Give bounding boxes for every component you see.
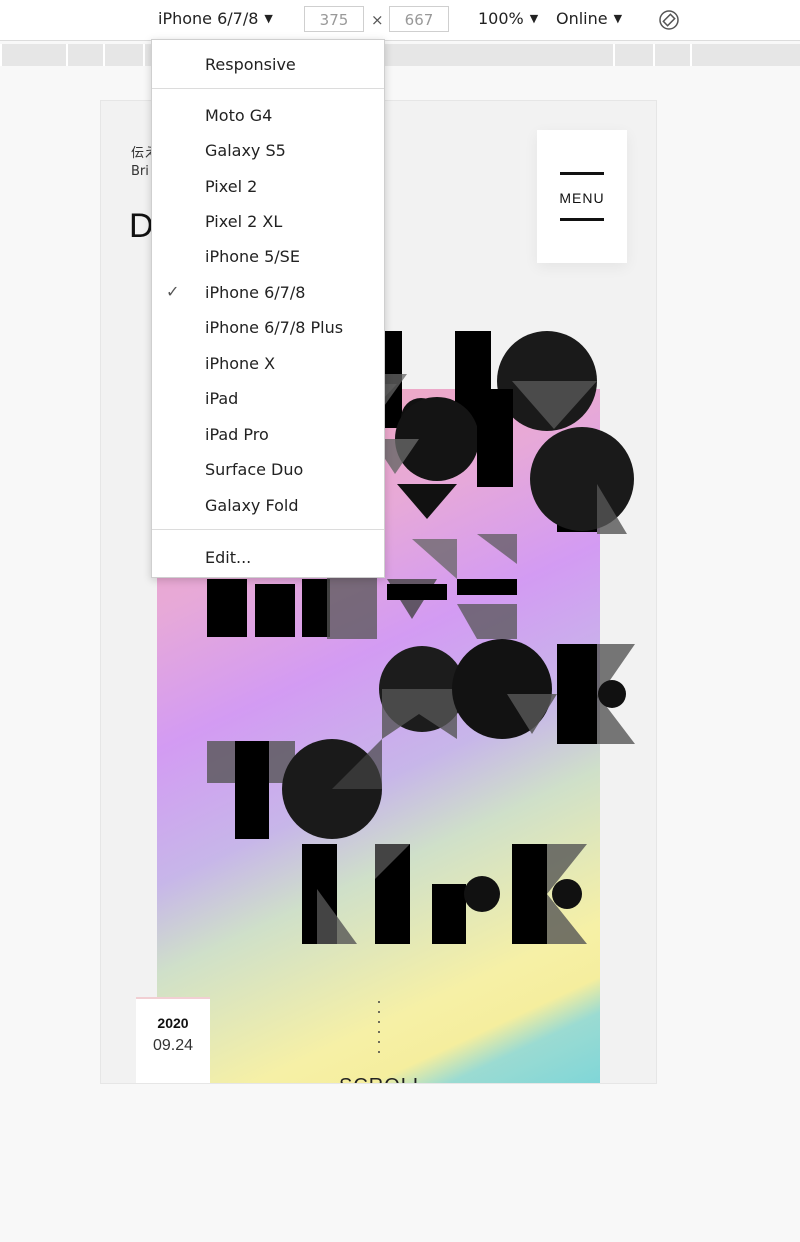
menu-divider <box>152 529 384 530</box>
height-input[interactable]: 667 <box>389 6 449 32</box>
device-toolbar: iPhone 6/7/8 ▼ 375 × 667 100% ▼ Online ▼ <box>0 0 800 41</box>
menu-label: MENU <box>559 190 605 206</box>
menu-divider <box>152 88 384 89</box>
site-heading: D <box>129 207 154 245</box>
menu-item-responsive[interactable]: Responsive <box>205 55 296 74</box>
width-input[interactable]: 375 <box>304 6 364 32</box>
menu-item-device[interactable]: Galaxy Fold <box>205 496 299 515</box>
zoom-select[interactable]: 100% ▼ <box>478 9 538 28</box>
menu-item-device[interactable]: Moto G4 <box>205 106 272 125</box>
menu-item-device[interactable]: Pixel 2 <box>205 177 257 196</box>
menu-item-device[interactable]: Surface Duo <box>205 460 303 479</box>
date-badge: 2020 09.24 <box>136 997 210 1083</box>
menu-item-edit[interactable]: Edit... <box>205 548 251 567</box>
device-select[interactable]: iPhone 6/7/8 ▼ <box>158 9 273 28</box>
network-throttle-select[interactable]: Online ▼ <box>556 9 622 28</box>
chevron-down-icon: ▼ <box>613 12 623 25</box>
menu-item-device[interactable]: iPad Pro <box>205 425 269 444</box>
menu-item-device[interactable]: Galaxy S5 <box>205 141 286 160</box>
chevron-down-icon: ▼ <box>529 12 539 25</box>
menu-item-device[interactable]: iPhone X <box>205 354 275 373</box>
zoom-label: 100% <box>478 9 524 28</box>
rotate-button[interactable] <box>658 9 680 35</box>
date-month-day: 09.24 <box>152 1037 194 1054</box>
rotate-icon <box>659 10 679 30</box>
site-tagline-en: Bri <box>131 164 149 179</box>
chevron-down-icon: ▼ <box>264 12 273 25</box>
checkmark-icon: ✓ <box>166 282 180 301</box>
dimension-separator: × <box>371 11 384 29</box>
menu-item-device[interactable]: iPad <box>205 389 238 408</box>
menu-item-device[interactable]: iPhone 5/SE <box>205 247 300 266</box>
media-query-bar[interactable] <box>0 44 800 66</box>
hamburger-line-icon <box>560 172 604 175</box>
device-select-label: iPhone 6/7/8 <box>158 9 259 28</box>
menu-item-device-selected[interactable]: iPhone 6/7/8 <box>205 283 305 302</box>
device-dropdown-menu: Responsive Moto G4 Galaxy S5 Pixel 2 Pix… <box>151 39 385 578</box>
hamburger-line-icon <box>560 218 604 221</box>
scroll-label: SCROLL <box>339 1075 425 1083</box>
menu-item-device[interactable]: Pixel 2 XL <box>205 212 282 231</box>
network-label: Online <box>556 9 608 28</box>
date-year: 2020 <box>157 1015 189 1031</box>
menu-item-device[interactable]: iPhone 6/7/8 Plus <box>205 318 343 337</box>
menu-button[interactable]: MENU <box>537 130 627 263</box>
